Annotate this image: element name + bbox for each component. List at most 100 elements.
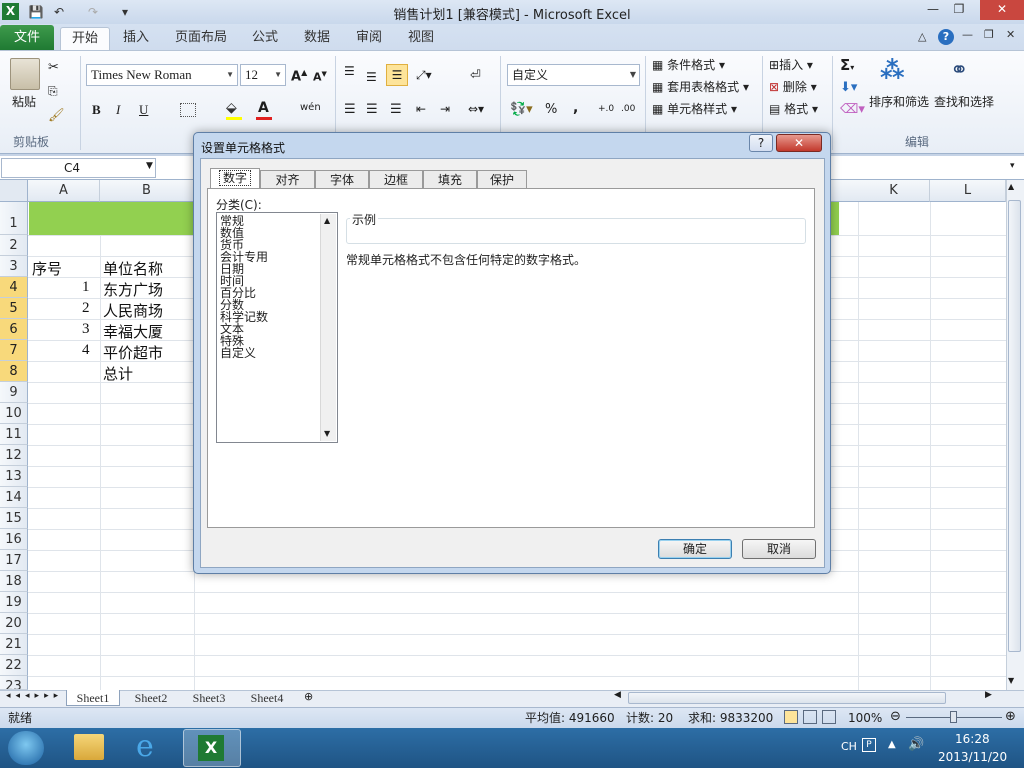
tab-data[interactable]: 数据 (296, 27, 338, 50)
row-header[interactable]: 10 (0, 403, 28, 424)
row-header[interactable]: 17 (0, 550, 28, 571)
row-header[interactable]: 2 (0, 235, 28, 256)
sheet-tab-1[interactable]: Sheet1 (66, 690, 120, 706)
dialog-tab-border[interactable]: 边框 (369, 170, 423, 189)
format-as-table-button[interactable]: ▦ 套用表格格式 ▾ (652, 77, 749, 97)
number-format-combo[interactable]: 自定义 ▼ (507, 64, 640, 86)
comma-button[interactable]: , (573, 100, 578, 116)
zoom-out-icon[interactable]: ⊖ (890, 709, 901, 724)
find-binoculars-icon[interactable]: ⚭ (950, 58, 968, 83)
orientation-icon[interactable]: ⤢▾ (416, 68, 432, 83)
volume-icon[interactable]: 🔊 (908, 737, 924, 752)
clock-time[interactable]: 16:28 (955, 732, 990, 746)
sheet-tab-4[interactable]: Sheet4 (242, 690, 292, 706)
scroll-down-icon[interactable]: ▼ (324, 429, 330, 438)
fill-icon[interactable]: ⬇▾ (840, 80, 857, 95)
row-header[interactable]: 16 (0, 529, 28, 550)
cell-b5[interactable]: 人民商场 (103, 300, 163, 321)
cut-icon[interactable]: ✂ (48, 60, 59, 75)
row-header[interactable]: 18 (0, 571, 28, 592)
category-item-custom[interactable]: 自定义 (220, 347, 256, 359)
font-name-combo[interactable]: Times New Roman ▼ (86, 64, 238, 86)
paste-icon[interactable] (10, 58, 40, 90)
fill-color-icon[interactable]: ⬙ (226, 100, 237, 116)
row-header[interactable]: 5 (0, 298, 28, 319)
dialog-tab-font[interactable]: 字体 (315, 170, 369, 189)
dialog-help-icon[interactable]: ? (749, 134, 773, 152)
cell-a7[interactable]: 4 (82, 342, 90, 359)
column-header-b[interactable]: B (100, 180, 194, 202)
sheet-tab-2[interactable]: Sheet2 (126, 690, 176, 706)
cell-styles-button[interactable]: ▦ 单元格样式 ▾ (652, 99, 737, 119)
delete-cells-button[interactable]: ⊠ 删除 ▾ (769, 77, 817, 97)
align-right-icon[interactable]: ☰ (390, 102, 402, 117)
tab-home[interactable]: 开始 (60, 27, 110, 50)
scroll-left-icon[interactable]: ◀ (614, 690, 621, 700)
page-break-view-icon[interactable] (822, 710, 836, 724)
row-header[interactable]: 22 (0, 655, 28, 676)
cell-a3[interactable]: 序号 (32, 258, 62, 279)
cell-b6[interactable]: 幸福大厦 (103, 321, 163, 342)
cell-a4[interactable]: 1 (82, 279, 90, 296)
tab-file[interactable]: 文件 (0, 25, 54, 50)
row-header[interactable]: 12 (0, 445, 28, 466)
cancel-button[interactable]: 取消 (742, 539, 816, 559)
collapse-ribbon-icon[interactable]: △ (918, 30, 926, 43)
tab-view[interactable]: 视图 (400, 27, 442, 50)
shrink-font-icon[interactable]: A▼ (313, 70, 327, 84)
align-top-icon[interactable]: ☰ (344, 65, 355, 77)
sheet-tab-3[interactable]: Sheet3 (184, 690, 234, 706)
normal-view-icon[interactable] (784, 710, 798, 724)
underline-button[interactable]: U (139, 102, 148, 118)
dialog-close-icon[interactable]: ✕ (776, 134, 822, 152)
increase-decimal-icon[interactable]: +.0 (598, 104, 614, 114)
ime-icon[interactable]: P (862, 738, 876, 752)
row-header[interactable]: 11 (0, 424, 28, 445)
close-icon[interactable]: ✕ (980, 0, 1024, 20)
row-header[interactable]: 19 (0, 592, 28, 613)
scroll-up-icon[interactable]: ▲ (1008, 182, 1014, 191)
select-all-corner[interactable] (0, 180, 28, 202)
sheet-nav-icons[interactable]: ◂◂◂▸▸▸ (6, 691, 63, 701)
clock-date[interactable]: 2013/11/20 (938, 750, 1007, 764)
cell-a5[interactable]: 2 (82, 300, 90, 317)
decrease-decimal-icon[interactable]: .00 (621, 104, 635, 114)
format-cells-button[interactable]: ▤ 格式 ▾ (769, 99, 818, 119)
tab-formulas[interactable]: 公式 (244, 27, 286, 50)
tab-page-layout[interactable]: 页面布局 (168, 27, 234, 50)
name-box[interactable]: C4 (1, 158, 156, 178)
autosum-button[interactable]: Σ▾ (840, 56, 854, 74)
align-middle-icon[interactable]: ☰ (366, 70, 377, 84)
row-header[interactable]: 9 (0, 382, 28, 403)
category-list-scrollbar[interactable] (320, 214, 336, 441)
row-header[interactable]: 13 (0, 466, 28, 487)
cell-a6[interactable]: 3 (82, 321, 90, 338)
font-color-icon[interactable]: A (258, 100, 269, 116)
workbook-close-icon[interactable]: ✕ (1006, 28, 1015, 41)
accounting-format-icon[interactable]: 💱▾ (510, 102, 533, 117)
tab-insert[interactable]: 插入 (114, 27, 158, 50)
row-header[interactable]: 1 (0, 202, 28, 235)
zoom-level[interactable]: 100% (848, 708, 882, 728)
increase-indent-icon[interactable]: ⇥ (440, 102, 450, 116)
row-header[interactable]: 7 (0, 340, 28, 361)
borders-icon[interactable] (180, 103, 196, 117)
help-icon[interactable]: ? (938, 29, 954, 45)
grow-font-icon[interactable]: A▲ (291, 68, 307, 84)
row-header[interactable]: 23 (0, 676, 28, 690)
workbook-minimize-icon[interactable]: — (962, 28, 973, 41)
zoom-in-icon[interactable]: ⊕ (1005, 709, 1016, 724)
phonetic-icon[interactable]: wén (300, 102, 321, 113)
copy-icon[interactable]: ⎘ (48, 84, 58, 99)
align-left-icon[interactable]: ☰ (344, 102, 356, 117)
percent-button[interactable]: % (545, 102, 557, 117)
row-header[interactable]: 21 (0, 634, 28, 655)
paste-button[interactable]: 粘贴 (12, 92, 36, 112)
horizontal-scroll-thumb[interactable] (628, 692, 946, 704)
font-size-combo[interactable]: 12 ▼ (240, 64, 286, 86)
expand-formula-bar-icon[interactable]: ▾ (1010, 161, 1015, 171)
scroll-down-icon[interactable]: ▼ (1008, 676, 1014, 685)
tab-review[interactable]: 审阅 (348, 27, 390, 50)
decrease-indent-icon[interactable]: ⇤ (416, 102, 426, 116)
cell-b4[interactable]: 东方广场 (103, 279, 163, 300)
